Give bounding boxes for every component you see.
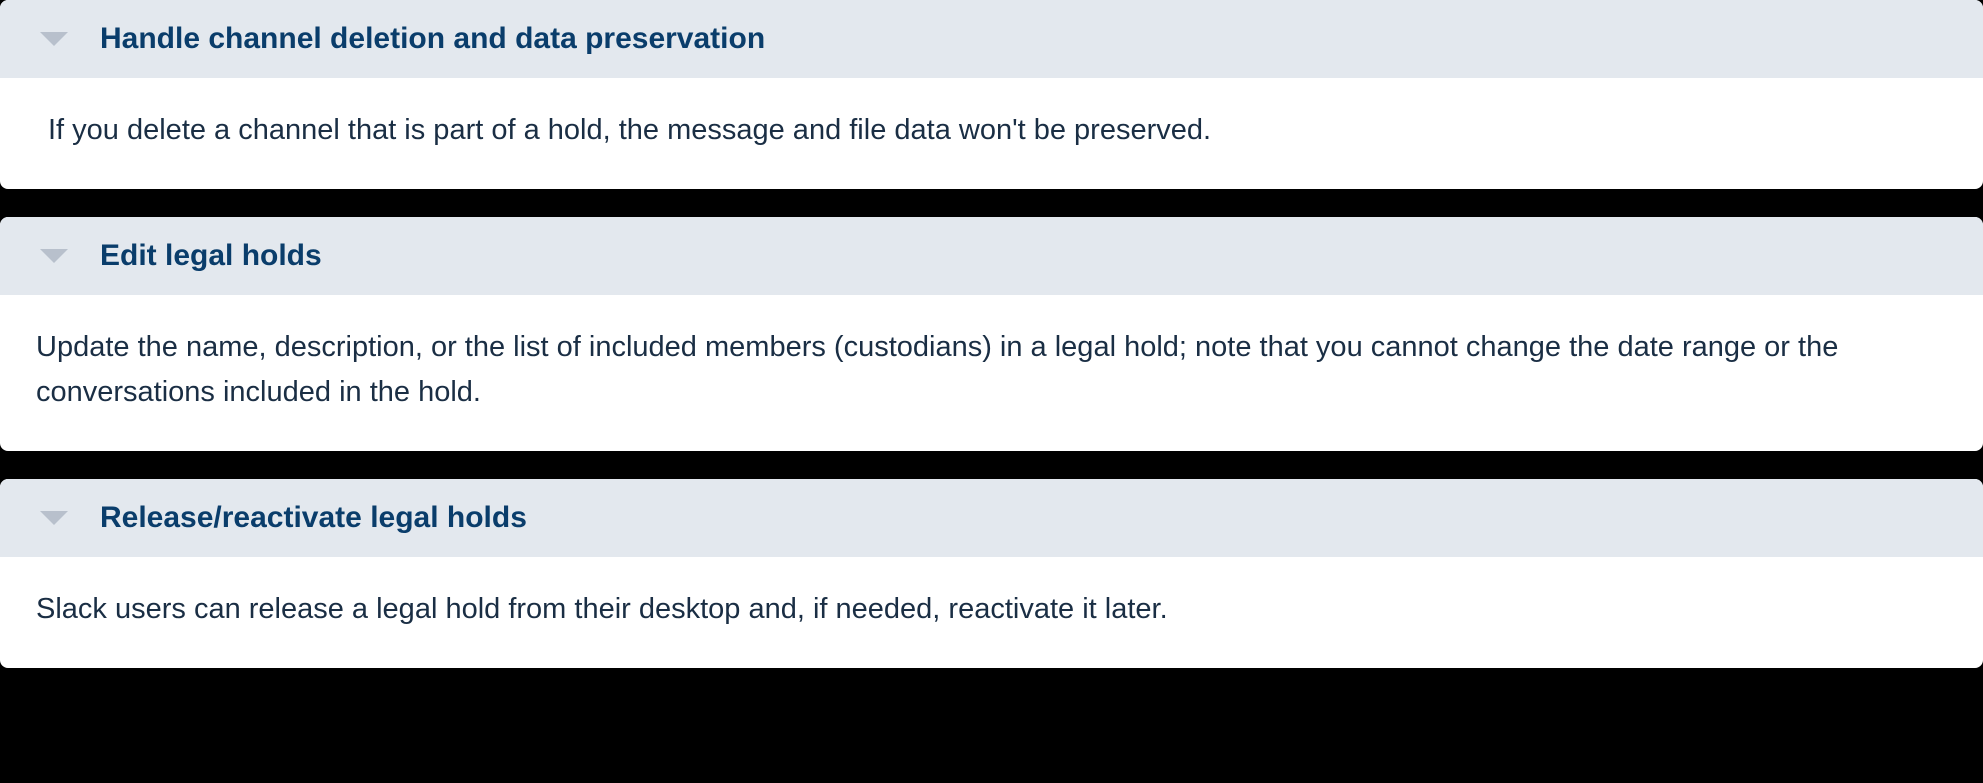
accordion-item: Handle channel deletion and data preserv… (0, 0, 1983, 189)
accordion-body: Slack users can release a legal hold fro… (0, 557, 1983, 668)
chevron-down-icon (40, 511, 68, 525)
accordion-header-edit-legal-holds[interactable]: Edit legal holds (0, 217, 1983, 295)
accordion-title: Handle channel deletion and data preserv… (100, 22, 765, 56)
accordion-header-release-reactivate[interactable]: Release/reactivate legal holds (0, 479, 1983, 557)
accordion-title: Edit legal holds (100, 239, 322, 273)
accordion-header-channel-deletion[interactable]: Handle channel deletion and data preserv… (0, 0, 1983, 78)
chevron-down-icon (40, 249, 68, 263)
accordion-body: Update the name, description, or the lis… (0, 295, 1983, 451)
accordion-item: Release/reactivate legal holds Slack use… (0, 479, 1983, 668)
accordion-item: Edit legal holds Update the name, descri… (0, 217, 1983, 451)
accordion-title: Release/reactivate legal holds (100, 501, 527, 535)
chevron-down-icon (40, 32, 68, 46)
accordion-body: If you delete a channel that is part of … (0, 78, 1983, 189)
